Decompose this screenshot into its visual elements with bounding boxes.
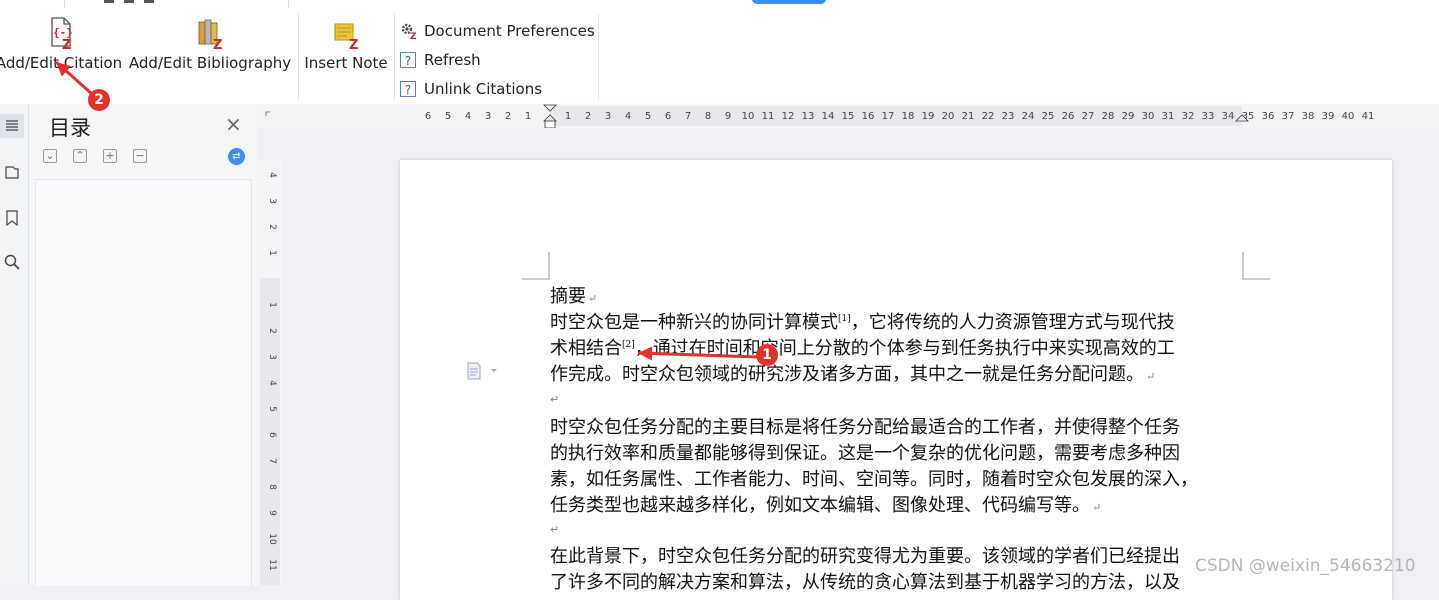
annotation-badge-2: 2 xyxy=(88,89,110,111)
arrow-head xyxy=(638,346,653,361)
arrow-line xyxy=(637,351,759,359)
annotation-arrows xyxy=(55,60,759,361)
annotation-arrow-1 xyxy=(637,346,759,361)
annotation-badge-1: 1 xyxy=(756,344,778,366)
annotation-arrow-2 xyxy=(55,60,93,96)
watermark: CSDN @weixin_54663210 xyxy=(1195,556,1416,576)
